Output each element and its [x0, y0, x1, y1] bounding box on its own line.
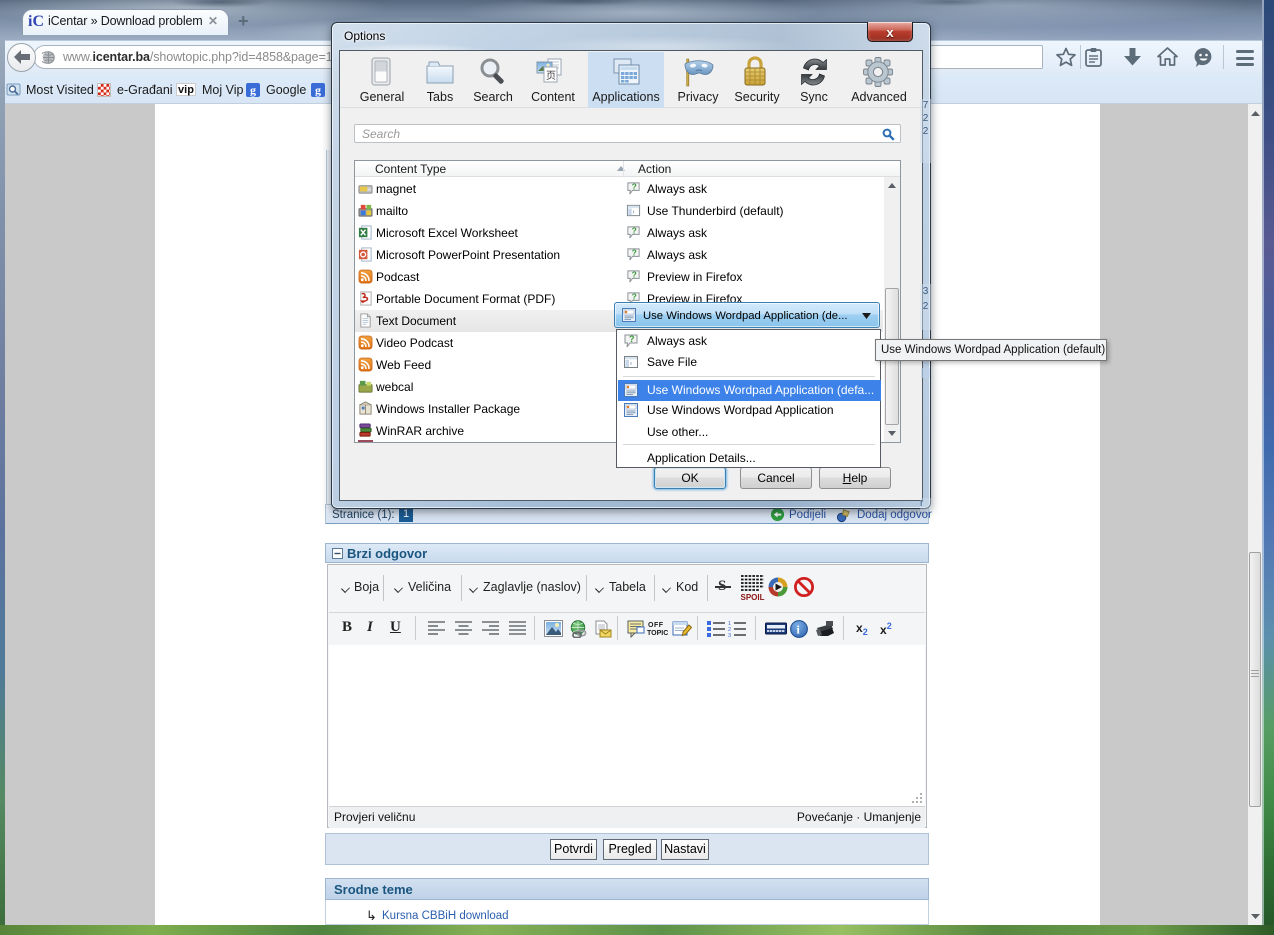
svg-text:3: 3 [728, 633, 731, 637]
svg-text:页: 页 [546, 70, 556, 82]
svg-text:SPOIL: SPOIL [741, 593, 765, 601]
svg-text:OFF: OFF [648, 622, 664, 629]
svg-text:TOPIC: TOPIC [647, 630, 668, 637]
